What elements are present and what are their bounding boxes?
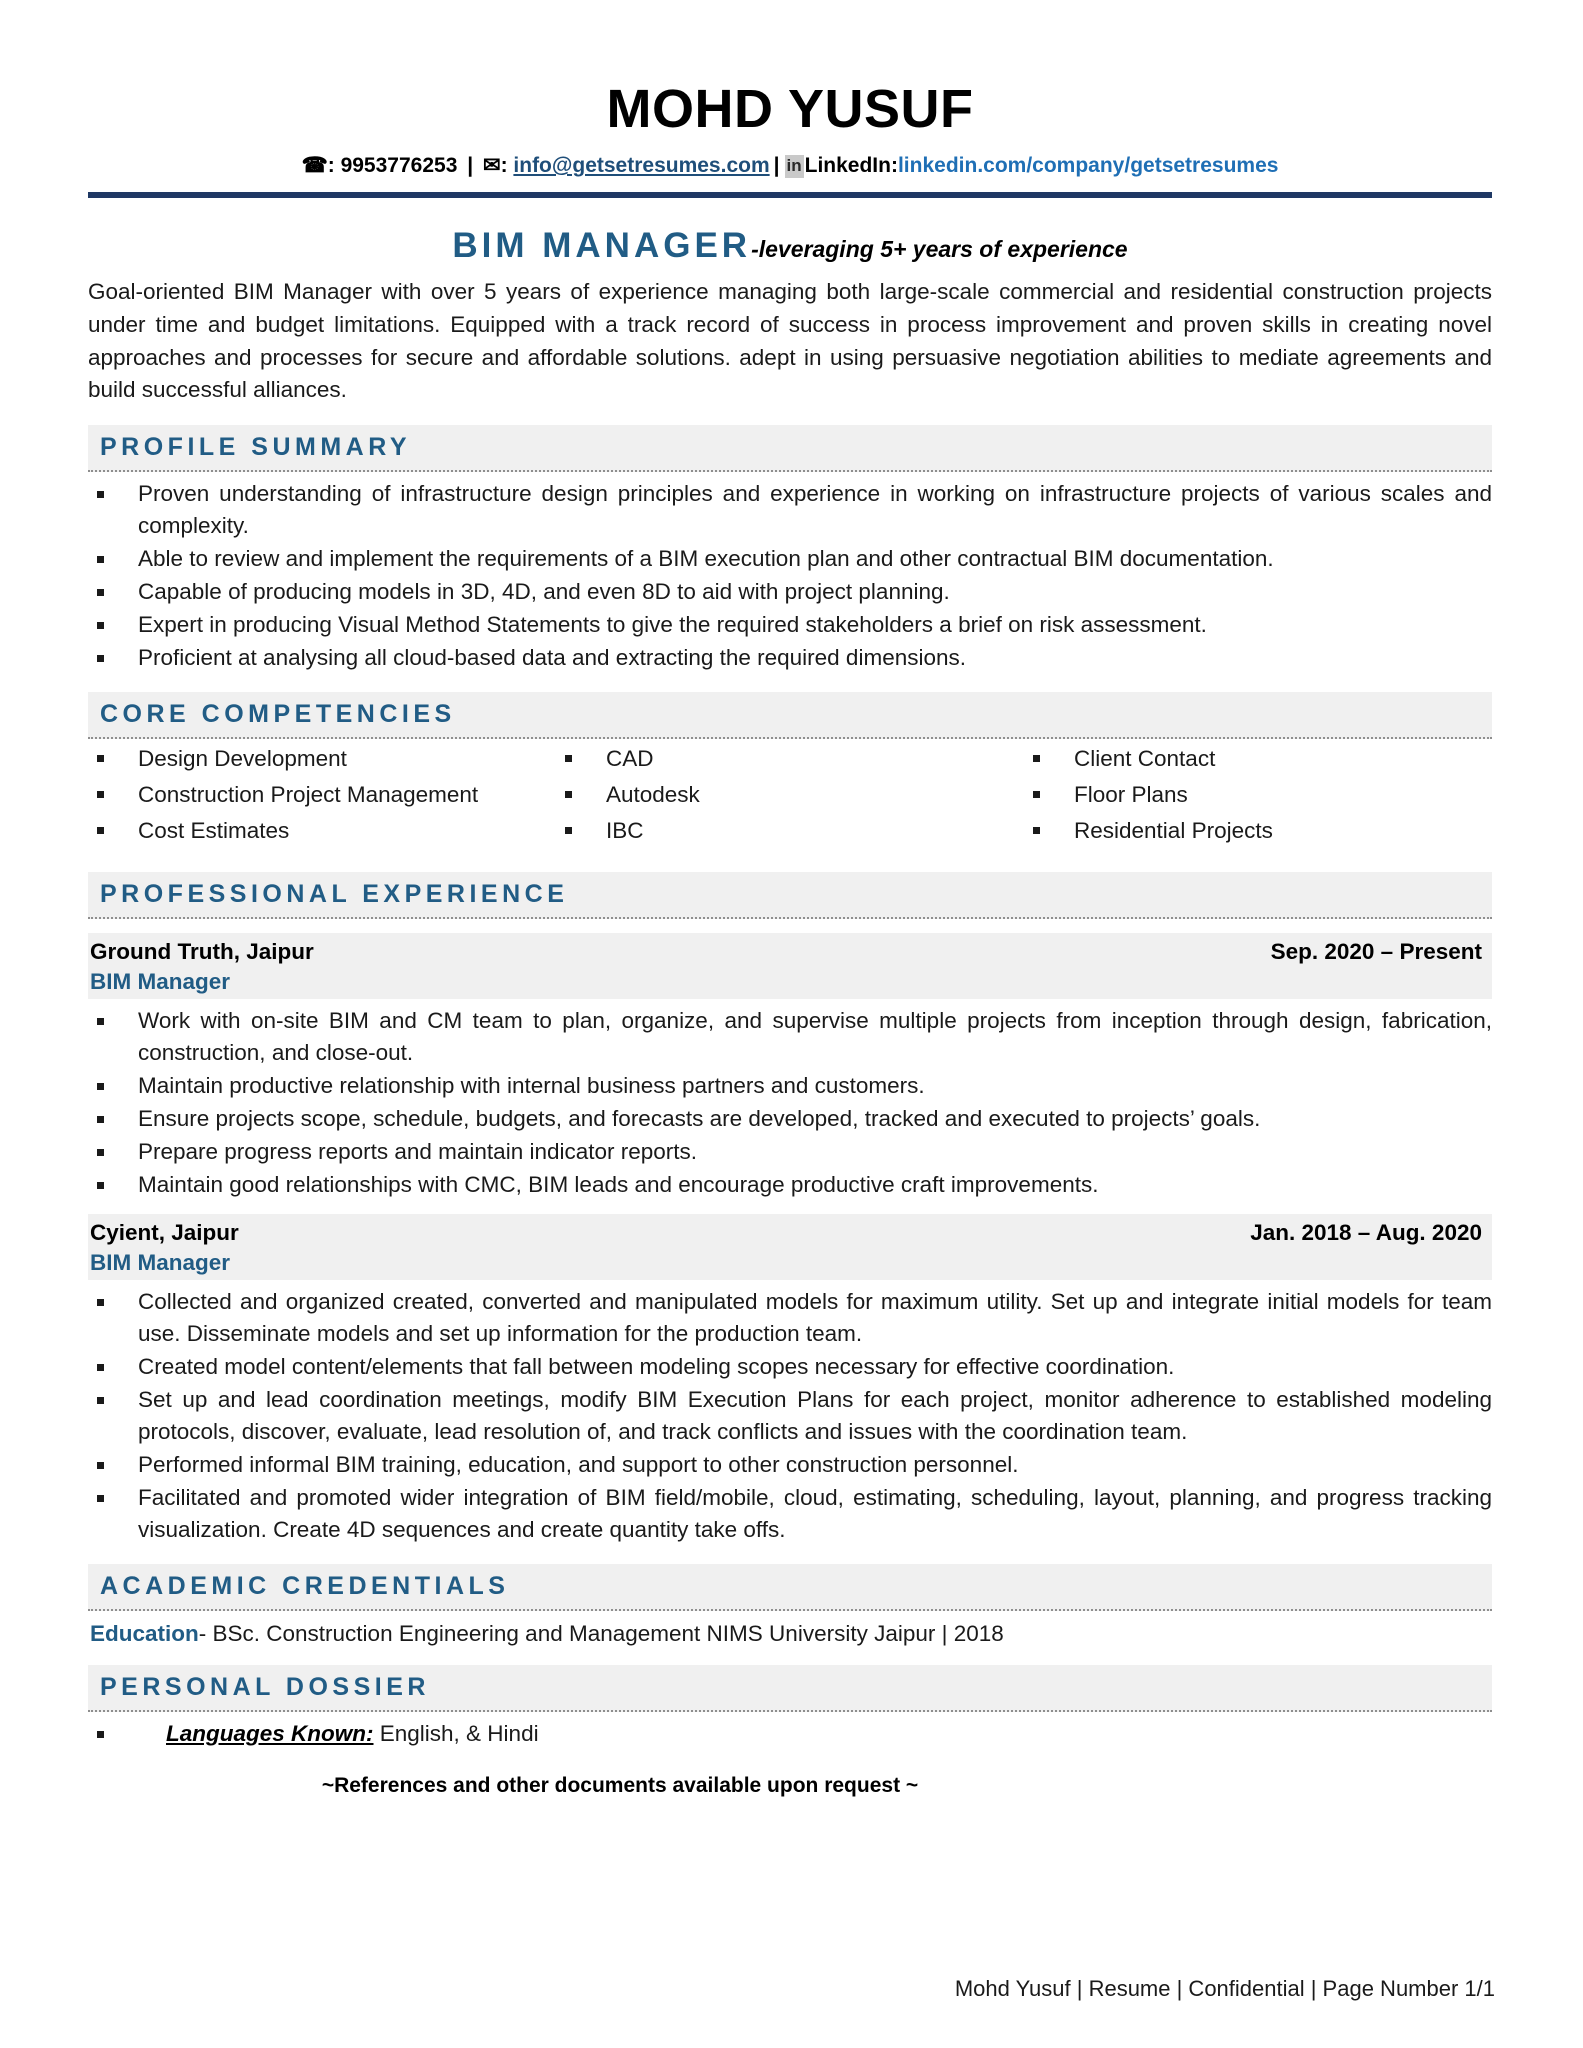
phone-colon: : [327,154,335,178]
phone-number: 9953776253 [340,154,458,178]
list-item: Facilitated and promoted wider integrati… [88,1482,1492,1546]
envelope-icon: ✉ [482,154,501,178]
job-dates: Jan. 2018 – Aug. 2020 [1250,1220,1482,1246]
header-divider [88,192,1492,199]
job-header: Cyient, Jaipur Jan. 2018 – Aug. 2020 BIM… [88,1214,1492,1281]
section-header-core-competencies: CORE COMPETENCIES [88,691,1492,739]
competency-item: IBC [556,817,1024,853]
list-item: Set up and lead coordination meetings, m… [88,1384,1492,1448]
page-title: MOHD YUSUF [606,79,974,139]
job-company-row: Ground Truth, Jaipur Sep. 2020 – Present [90,939,1482,965]
section-title: CORE COMPETENCIES [100,699,456,728]
list-item: Ensure projects scope, schedule, budgets… [88,1103,1492,1135]
linkedin-label: LinkedIn: [804,154,898,178]
list-item: Expert in producing Visual Method Statem… [88,609,1492,641]
references-note: ~References and other documents availabl… [321,1773,919,1797]
education-label: Education [90,1620,199,1646]
email-colon: : [500,154,508,178]
page-footer: Mohd Yusuf | Resume | Confidential | Pag… [954,1976,1495,2001]
list-item: Collected and organized created, convert… [88,1286,1492,1350]
competency-item: CAD [556,745,1024,781]
section-header-professional-experience: PROFESSIONAL EXPERIENCE [88,871,1492,919]
competency-item: Client Contact [1024,745,1492,781]
competency-item: Design Development [88,745,556,781]
list-item: Languages Known: English, & Hindi [88,1718,1492,1750]
competency-item: Autodesk [556,781,1024,817]
list-item: Prepare progress reports and maintain in… [88,1136,1492,1168]
list-item: Maintain good relationships with CMC, BI… [88,1169,1492,1201]
competency-item: Residential Projects [1024,817,1492,853]
contact-line: ☎: 9953776253 | ✉: info@getsetresumes.co… [88,153,1492,179]
job-bullets-list: Work with on-site BIM and CM team to pla… [88,1005,1492,1201]
contact-separator-2: | [773,154,780,178]
section-title: PROFILE SUMMARY [100,432,412,461]
list-item: Capable of producing models in 3D, 4D, a… [88,576,1492,608]
job-company: Ground Truth, Jaipur [90,938,314,964]
list-item: Able to review and implement the require… [88,543,1492,575]
section-title: PERSONAL DOSSIER [100,1672,430,1701]
email-link[interactable]: info@getsetresumes.com [513,154,769,177]
education-detail: - BSc. Construction Engineering and Mana… [198,1620,1004,1646]
job-company: Cyient, Jaipur [90,1220,239,1246]
phone-icon: ☎ [301,154,328,178]
linkedin-icon: in [784,155,804,179]
resume-page: MOHD YUSUF ☎: 9953776253 | ✉: info@getse… [0,0,1583,2048]
profile-summary-list: Proven understanding of infrastructure d… [88,478,1492,674]
competency-item: Cost Estimates [88,817,556,853]
job-role: BIM Manager [90,1250,231,1276]
job-header: Ground Truth, Jaipur Sep. 2020 – Present… [88,932,1492,999]
role-title-line: BIM MANAGER-leveraging 5+ years of exper… [88,226,1492,266]
section-title: PROFESSIONAL EXPERIENCE [100,879,569,908]
list-item: Maintain productive relationship with in… [88,1070,1492,1102]
linkedin-url[interactable]: linkedin.com/company/getsetresumes [898,154,1278,177]
section-header-academic-credentials: ACADEMIC CREDENTIALS [88,1563,1492,1611]
personal-dossier-list: Languages Known: English, & Hindi [88,1718,1492,1750]
contact-separator-1: | [467,154,474,178]
languages-label: Languages Known: [166,1720,374,1746]
job-role: BIM Manager [90,968,231,994]
list-item: Performed informal BIM training, educati… [88,1449,1492,1481]
job-bullets-list: Collected and organized created, convert… [88,1286,1492,1546]
list-item: Work with on-site BIM and CM team to pla… [88,1005,1492,1069]
resume-content: MOHD YUSUF ☎: 9953776253 | ✉: info@getse… [88,0,1492,1798]
education-line: Education- BSc. Construction Engineering… [88,1621,1492,1647]
competency-item: Floor Plans [1024,781,1492,817]
role-title: BIM MANAGER [452,226,752,266]
core-competencies-grid: Design Development CAD Client Contact Co… [88,745,1492,854]
languages-value: English, & Hindi [373,1720,539,1746]
section-header-profile-summary: PROFILE SUMMARY [88,424,1492,472]
section-title: ACADEMIC CREDENTIALS [100,1571,510,1600]
competency-item: Construction Project Management [88,781,556,817]
section-header-personal-dossier: PERSONAL DOSSIER [88,1664,1492,1712]
list-item: Proven understanding of infrastructure d… [88,478,1492,542]
job-dates: Sep. 2020 – Present [1270,938,1482,964]
role-tagline: -leveraging 5+ years of experience [751,236,1128,263]
list-item: Proficient at analysing all cloud-based … [88,642,1492,674]
list-item: Created model content/elements that fall… [88,1351,1492,1383]
summary-paragraph: Goal-oriented BIM Manager with over 5 ye… [88,279,1492,403]
job-company-row: Cyient, Jaipur Jan. 2018 – Aug. 2020 [90,1220,1482,1246]
